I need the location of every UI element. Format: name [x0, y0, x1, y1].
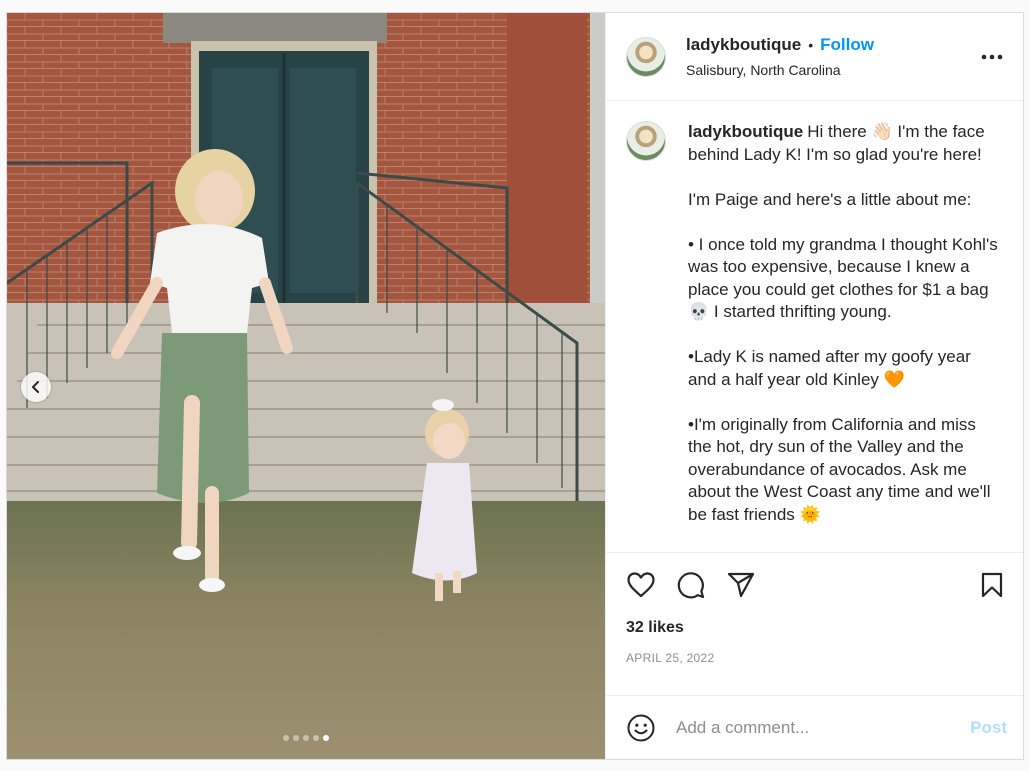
- caption-section: ladykboutique Hi there 👋🏻 I'm the face be…: [606, 101, 1023, 552]
- separator-dot: •: [808, 37, 814, 53]
- more-options-button[interactable]: [977, 42, 1007, 72]
- carousel-dot: [303, 735, 309, 741]
- bookmark-icon: [981, 572, 1003, 598]
- location-link[interactable]: Salisbury, North Carolina: [686, 62, 977, 78]
- carousel-dot: [313, 735, 319, 741]
- caption-username-link[interactable]: ladykboutique: [688, 122, 803, 141]
- emoji-button[interactable]: [626, 713, 656, 743]
- carousel-prev-button[interactable]: [21, 372, 51, 402]
- comment-bubble-icon: [677, 572, 705, 599]
- post-dialog: ladykboutique • Follow Salisbury, North …: [6, 12, 1024, 760]
- caption: ladykboutique Hi there 👋🏻 I'm the face be…: [688, 121, 998, 552]
- action-bar: [626, 553, 1007, 617]
- caption-avatar[interactable]: [626, 121, 666, 161]
- more-horizontal-icon: [981, 54, 1003, 59]
- save-button[interactable]: [977, 570, 1007, 600]
- likes-count[interactable]: 32 likes: [626, 619, 1007, 637]
- carousel-dot: [323, 735, 329, 741]
- post-header: ladykboutique • Follow Salisbury, North …: [606, 13, 1023, 101]
- carousel-indicator: [7, 735, 605, 741]
- caption-text: Hi there 👋🏻 I'm the face behind Lady K! …: [688, 122, 998, 524]
- post-actions-section: 32 likes APRIL 25, 2022: [606, 552, 1023, 695]
- share-button[interactable]: [726, 570, 756, 600]
- photo-scene: [7, 13, 605, 759]
- comment-input[interactable]: [674, 716, 971, 739]
- comment-bar: Post: [606, 695, 1023, 759]
- carousel-dot: [283, 735, 289, 741]
- post-side-panel: ladykboutique • Follow Salisbury, North …: [605, 13, 1023, 759]
- follow-button[interactable]: Follow: [820, 35, 874, 55]
- smiley-icon: [627, 714, 655, 741]
- post-date[interactable]: APRIL 25, 2022: [626, 651, 1007, 665]
- chevron-left-icon: [32, 381, 39, 393]
- post-comment-button[interactable]: Post: [970, 718, 1007, 738]
- username-link[interactable]: ladykboutique: [686, 35, 801, 55]
- avatar[interactable]: [626, 36, 666, 77]
- comment-button[interactable]: [676, 570, 706, 600]
- header-info: ladykboutique • Follow Salisbury, North …: [686, 35, 977, 78]
- post-photo[interactable]: [7, 13, 605, 759]
- heart-icon: [627, 572, 655, 598]
- carousel-dot: [293, 735, 299, 741]
- like-button[interactable]: [626, 570, 656, 600]
- paper-plane-icon: [727, 572, 755, 598]
